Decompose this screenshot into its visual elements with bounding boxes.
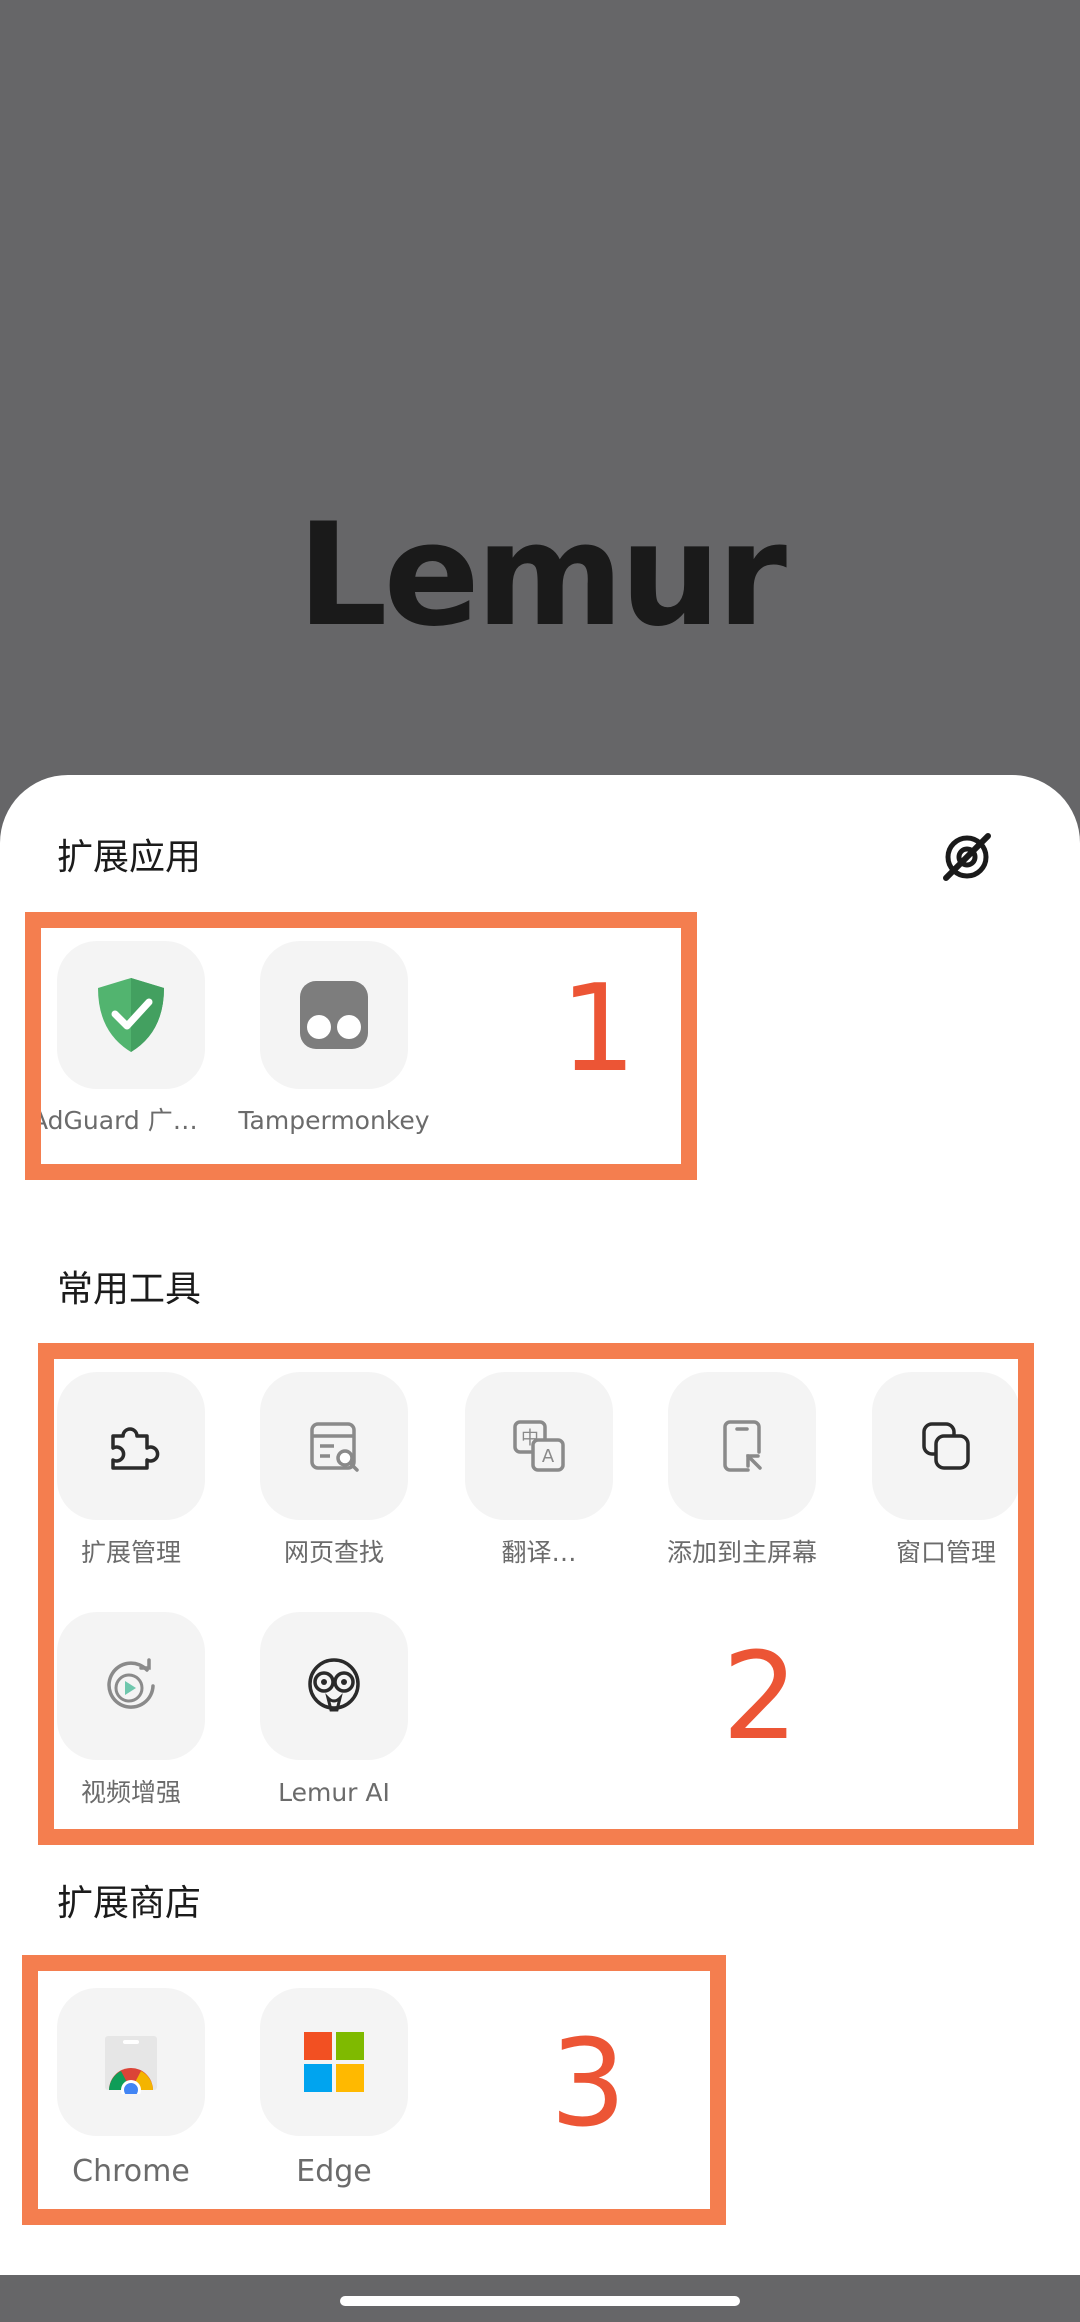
annotation-number-2: 2 xyxy=(722,1628,799,1767)
lemur-logo: Lemur xyxy=(297,493,787,658)
home-indicator[interactable] xyxy=(340,2296,740,2306)
section-title-extensions: 扩展应用 xyxy=(57,837,202,878)
section-title-stores: 扩展商店 xyxy=(57,1883,202,1924)
eye-slash-icon[interactable] xyxy=(936,826,998,888)
section-title-tools: 常用工具 xyxy=(57,1269,202,1310)
annotation-number-3: 3 xyxy=(550,2015,627,2154)
annotation-box-2 xyxy=(38,1343,1034,1845)
annotation-number-1: 1 xyxy=(560,960,637,1099)
